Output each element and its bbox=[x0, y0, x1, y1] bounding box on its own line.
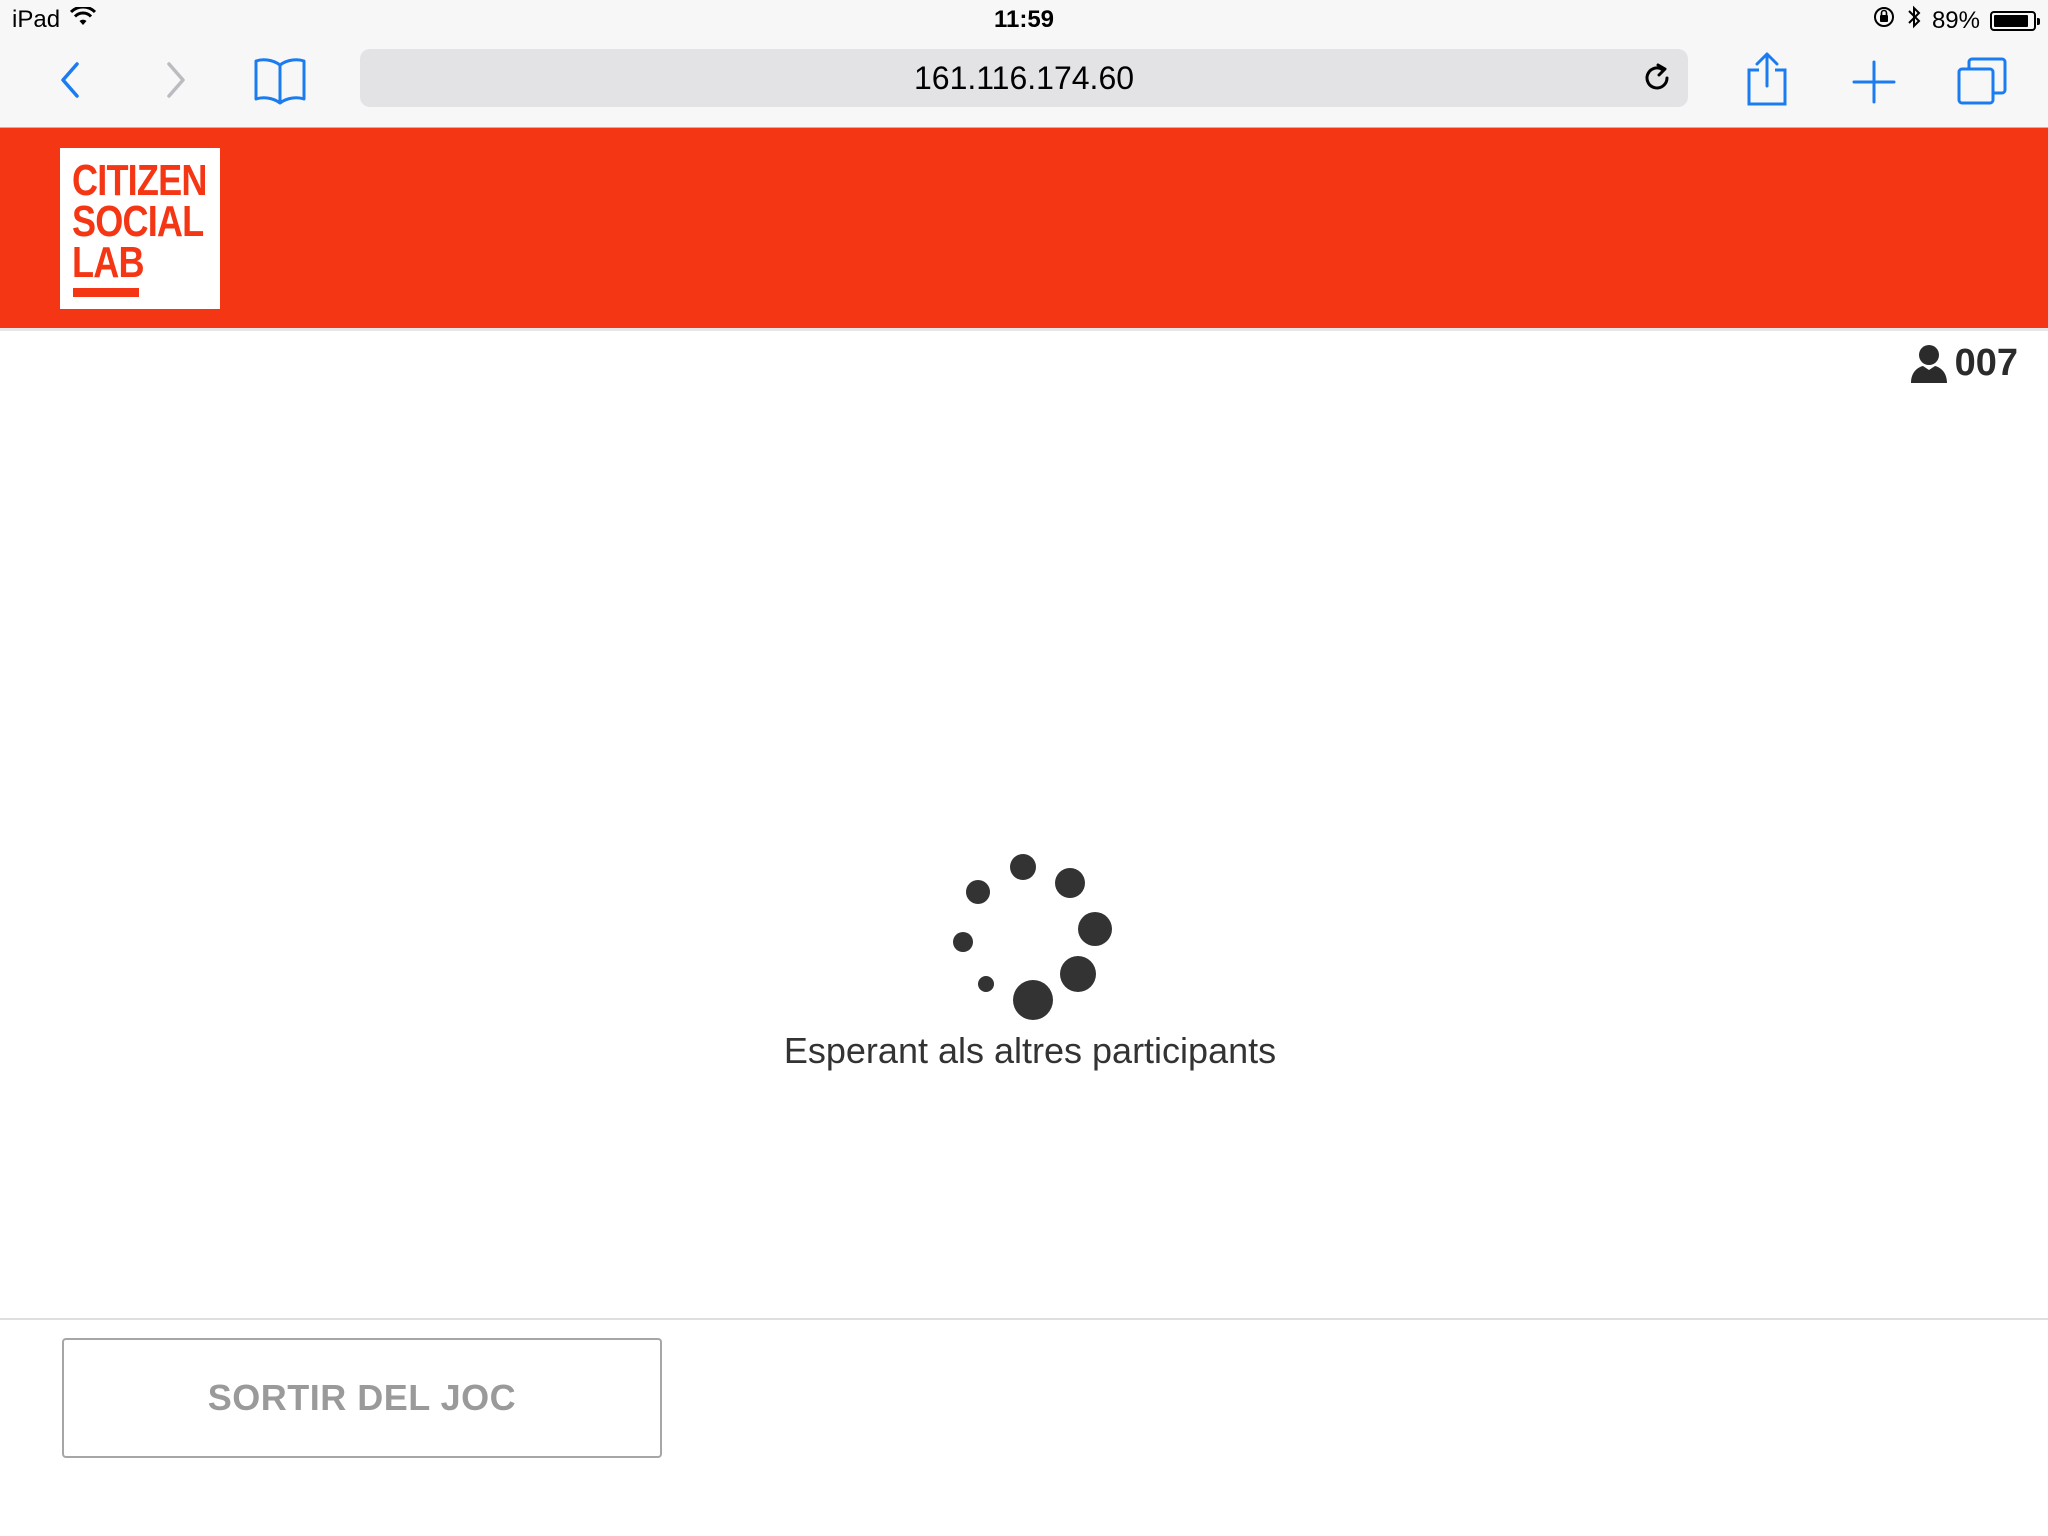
bluetooth-icon bbox=[1906, 4, 1922, 37]
plus-icon bbox=[1852, 60, 1896, 104]
header-divider bbox=[0, 328, 2048, 331]
citizen-social-lab-logo[interactable]: CITIZEN SOCIAL LAB bbox=[60, 148, 220, 309]
exit-game-button[interactable]: SORTIR DEL JOC bbox=[62, 1338, 662, 1458]
chevron-left-icon bbox=[61, 62, 79, 98]
spinner-dot bbox=[1055, 868, 1085, 898]
battery-percent: 89% bbox=[1931, 6, 1980, 34]
battery-fill bbox=[1994, 14, 2028, 27]
book-icon bbox=[254, 58, 306, 105]
bookmarks-button[interactable] bbox=[250, 52, 310, 108]
reload-button[interactable] bbox=[1640, 61, 1674, 95]
new-tab-button[interactable] bbox=[1846, 54, 1902, 110]
footer-divider bbox=[0, 1318, 2048, 1320]
spinner-dot bbox=[978, 976, 994, 992]
rotation-lock-icon bbox=[1872, 5, 1896, 36]
logo-line-2: SOCIAL bbox=[72, 197, 204, 246]
spinner-dot bbox=[1078, 912, 1112, 946]
waiting-message: Esperant als altres participants bbox=[783, 1030, 1277, 1071]
chevron-right-icon bbox=[167, 62, 185, 98]
app-header: CITIZEN SOCIAL LAB bbox=[0, 128, 2048, 328]
spinner-dot bbox=[1013, 980, 1053, 1020]
reload-icon bbox=[1645, 63, 1669, 90]
forward-button[interactable] bbox=[150, 54, 202, 106]
logo-line-1: CITIZEN bbox=[72, 156, 207, 205]
logo-line-3: LAB bbox=[72, 238, 145, 287]
user-id: 007 bbox=[1954, 342, 2018, 384]
tabs-button[interactable] bbox=[1952, 52, 2012, 110]
spinner-dot bbox=[953, 932, 973, 952]
status-time: 11:59 bbox=[993, 6, 1055, 33]
logo-underline bbox=[73, 288, 139, 297]
spinner-dot bbox=[1010, 854, 1036, 880]
status-right: 89% bbox=[1872, 4, 2040, 37]
tabs-icon bbox=[1957, 57, 2007, 105]
spinner-dot bbox=[1060, 956, 1096, 992]
loading-spinner bbox=[940, 848, 1120, 1028]
address-bar[interactable]: 161.116.174.60 bbox=[360, 49, 1688, 107]
back-button[interactable] bbox=[44, 54, 96, 106]
url-text[interactable]: 161.116.174.60 bbox=[360, 49, 1688, 107]
battery-icon bbox=[1990, 10, 2040, 31]
status-bar: iPad 11:59 89% bbox=[0, 0, 2048, 40]
user-icon bbox=[1910, 344, 1947, 383]
spinner-dot bbox=[966, 880, 990, 904]
share-button[interactable] bbox=[1740, 48, 1794, 110]
user-badge: 007 bbox=[1909, 342, 2018, 385]
share-icon bbox=[1747, 52, 1787, 106]
browser-toolbar: 161.116.174.60 bbox=[0, 40, 2048, 128]
